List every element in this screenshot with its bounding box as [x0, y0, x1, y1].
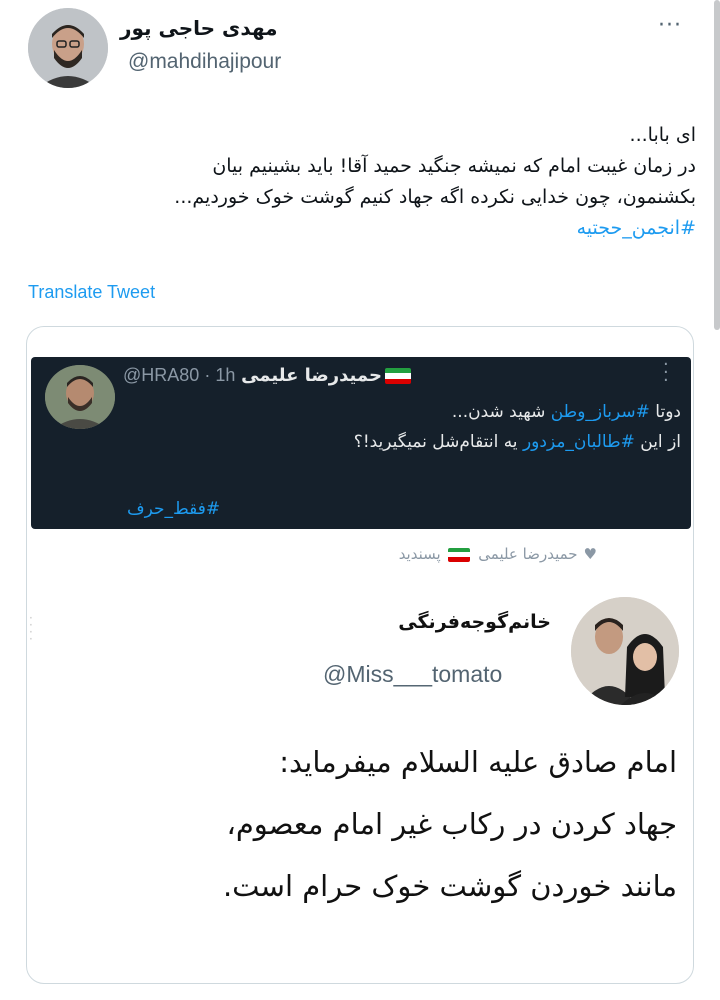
liked-by-row: ♥ حمیدرضا علیمی پسندید	[277, 545, 597, 563]
embedded-hashtag: #طالبان_مزدور	[522, 432, 635, 452]
tweet-line: بکشنمون، چون خدایی نکرده اگه جهاد کنیم گ…	[174, 186, 696, 208]
quoted-text: امام صادق علیه السلام میفرماید: جهاد کرد…	[57, 731, 677, 917]
quoted-display-name: خانم‌گوجه‌فرنگی	[398, 611, 551, 633]
quoted-handle: @Miss___tomato	[323, 661, 503, 687]
liked-by-suffix: پسندید	[398, 545, 441, 563]
tweet-line: ای بابا...	[629, 124, 696, 146]
tweet-text: ای بابا... در زمان غیبت امام که نمیشه جن…	[20, 120, 696, 244]
scrollbar[interactable]	[714, 0, 720, 330]
embedded-hashtag: #سرباز_وطن	[550, 402, 650, 422]
liked-by-name: حمیدرضا علیمی	[478, 545, 578, 563]
embedded-header: حمیدرضا علیمی @HRA80 · 1h	[123, 365, 583, 386]
quoted-line: مانند خوردن گوشت خوک حرام است.	[222, 869, 677, 903]
more-options-icon[interactable]: ···	[658, 15, 682, 37]
tweet-hashtag[interactable]: #انجمن_حجتیه	[20, 213, 696, 244]
author-handle[interactable]: @mahdihajipour	[128, 50, 281, 74]
embedded-hashtag-footer: #فقط_حرف	[127, 499, 221, 519]
embedded-avatar	[45, 365, 115, 429]
embedded-line: دوتا #سرباز_وطن شهید شدن...	[451, 402, 681, 422]
translate-tweet-link[interactable]: Translate Tweet	[28, 282, 155, 303]
embedded-tweet-screenshot: حمیدرضا علیمی @HRA80 · 1h · · · دوتا #سربا…	[31, 354, 691, 529]
quoted-avatar	[571, 597, 679, 705]
iran-flag-icon	[384, 368, 411, 384]
author-avatar[interactable]	[28, 8, 108, 88]
heart-icon: ♥	[583, 545, 597, 563]
embedded-time: · 1h	[204, 365, 236, 385]
media-card[interactable]: حمیدرضا علیمی @HRA80 · 1h · · · دوتا #سربا…	[26, 326, 694, 984]
embedded-name: حمیدرضا علیمی	[241, 365, 382, 386]
side-handle-icon: · · · ·	[29, 611, 33, 646]
embedded-tweet-text: دوتا #سرباز_وطن شهید شدن... از این #طالب…	[121, 397, 681, 457]
embedded-line: از این #طالبان_مزدور یه انتقام‌شل نمیگیر…	[353, 432, 681, 452]
quoted-line: امام صادق علیه السلام میفرماید:	[279, 745, 677, 779]
tweet-line: در زمان غیبت امام که نمیشه جنگید حمید آق…	[212, 155, 696, 177]
embedded-handle: @HRA80	[123, 365, 200, 385]
author-display-name[interactable]: مهدی حاجی پور	[120, 16, 420, 40]
iran-flag-icon	[448, 547, 471, 562]
embedded-more-icon: · · ·	[663, 354, 669, 391]
quoted-line: جهاد کردن در رکاب غیر امام معصوم،	[226, 807, 677, 841]
